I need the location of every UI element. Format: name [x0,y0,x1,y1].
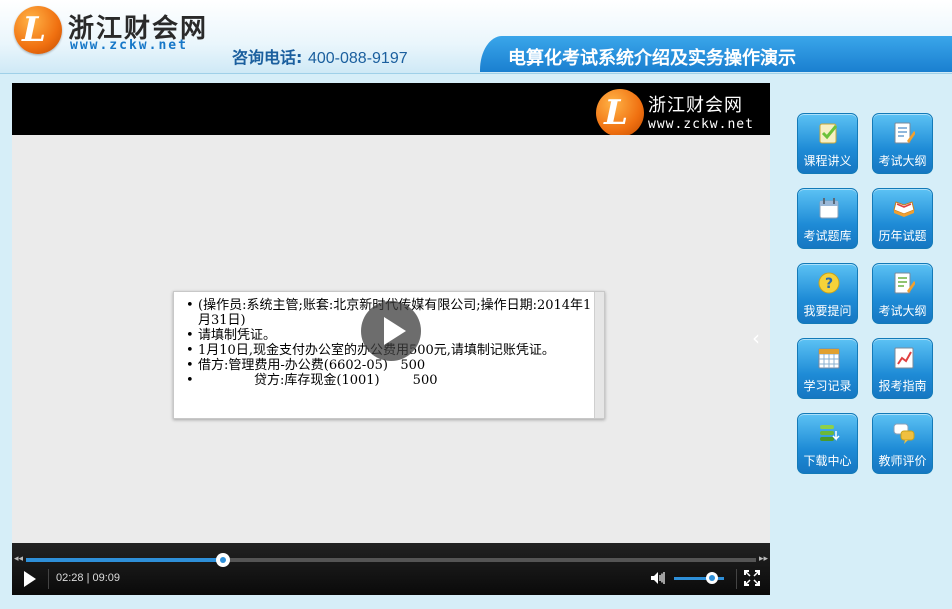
duration: 09:09 [92,572,121,584]
chat-bubbles-icon [893,423,915,444]
document-pencil-icon [894,272,915,294]
debit-label: 借方:管理费用-办公费(6602-05) [198,358,388,373]
time-separator: | [86,572,90,584]
page-title-tab: 电算化考试系统介绍及实务操作演示 [480,36,952,72]
menu-button[interactable]: 考试大纲 [872,263,933,324]
credit-amount: 500 [412,373,438,388]
site-header: L 浙江财会网 www.zckw.net 咨询电话: 400-088-9197 … [0,0,952,74]
video-stage[interactable]: (操作员:系统主管;账套:北京新时代传媒有限公司;操作日期:2014年1月31日… [12,135,770,543]
credit-label: 贷方:库存现金(1001) [254,373,380,388]
volume-icon[interactable] [650,570,666,586]
menu-button[interactable]: 报考指南 [872,338,933,399]
svg-text:?: ? [825,276,833,292]
seek-back-icon[interactable]: ◂◂ [14,554,23,564]
logo-icon[interactable]: L [14,6,62,54]
menu-button[interactable]: 考试题库 [797,188,858,249]
player-controls: ◂◂ ▸▸ 02:28 | 09:09 [12,543,770,595]
menu-button[interactable]: 考试大纲 [872,113,933,174]
video-player[interactable]: L 浙江财会网 www.zckw.net (操作员:系统主管;账套:北京新时代传… [12,83,770,595]
play-button[interactable] [24,571,36,587]
seek-bar[interactable] [26,553,756,567]
menu-label: 报考指南 [878,379,927,393]
menu-button[interactable]: 历年试题 [872,188,933,249]
menu-button[interactable]: ? 我要提问 [797,263,858,324]
collapse-chevron-icon[interactable]: ‹ [752,326,760,350]
hotline: 咨询电话: 400-088-9197 [232,44,408,68]
page-title: 电算化考试系统介绍及实务操作演示 [508,48,796,69]
question-icon: ? [818,272,840,294]
slide-line-credit: 贷方:库存现金(1001) 500 [186,373,594,388]
fullscreen-icon[interactable] [744,570,760,586]
menu-button[interactable]: 课程讲义 [797,113,858,174]
watermark-logo-icon: L [596,89,644,137]
volume-slider[interactable] [674,572,724,584]
slide-scrollbar [594,292,604,418]
logo-url[interactable]: www.zckw.net [70,38,188,53]
menu-button[interactable]: 下载中心 [797,413,858,474]
menu-label: 考试大纲 [878,304,927,318]
menu-button[interactable]: 教师评价 [872,413,933,474]
control-divider [736,569,737,589]
player-top-bar: L 浙江财会网 www.zckw.net [12,83,770,137]
menu-label: 教师评价 [878,454,927,468]
watermark-url: www.zckw.net [648,117,754,132]
menu-label: 历年试题 [878,229,927,243]
grid-calendar-icon [818,348,840,369]
menu-label: 我要提问 [803,304,852,318]
chart-document-icon [894,347,914,369]
time-display: 02:28 | 09:09 [56,572,120,584]
menu-label: 课程讲义 [803,154,852,168]
menu-label: 考试大纲 [878,154,927,168]
watermark-name: 浙江财会网 [648,95,743,116]
hotline-number: 400-088-9197 [307,50,408,67]
current-time: 02:28 [56,572,84,584]
menu-label: 下载中心 [803,454,852,468]
download-stack-icon [820,425,840,441]
seek-progress [26,558,224,562]
document-pencil-icon [894,122,915,144]
calendar-icon [819,198,839,219]
control-divider [48,569,49,589]
seek-handle[interactable] [216,553,231,567]
hotline-label: 咨询电话: [232,48,303,67]
debit-amount: 500 [400,358,426,373]
big-play-button[interactable] [361,301,421,361]
notebook-check-icon [819,123,838,144]
menu-label: 考试题库 [803,229,852,243]
menu-label: 学习记录 [803,379,852,393]
seek-forward-icon[interactable]: ▸▸ [759,554,768,564]
volume-handle[interactable] [705,572,718,584]
open-book-icon [893,201,915,217]
menu-button[interactable]: 学习记录 [797,338,858,399]
